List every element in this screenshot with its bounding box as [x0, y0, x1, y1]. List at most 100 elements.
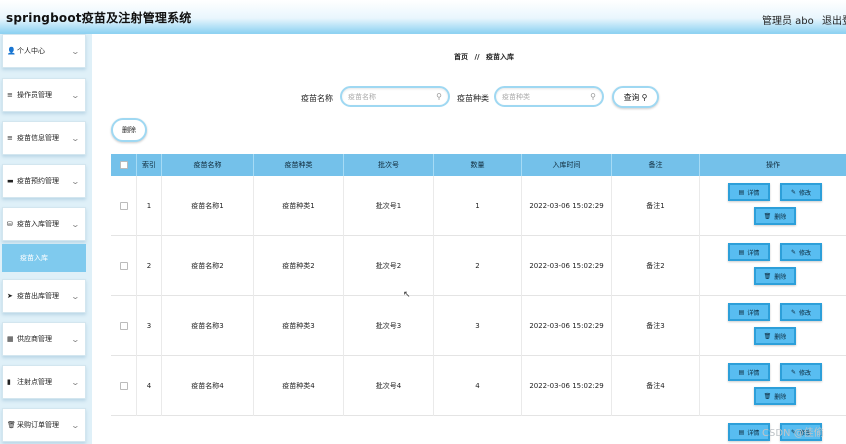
vaccine-type-input[interactable]: 疫苗种类 ⚲	[494, 86, 604, 107]
cell-vaccine-name: 疫苗名称3	[162, 296, 254, 356]
header-batch-no: 批次号	[344, 154, 434, 176]
cell-index: 4	[137, 356, 162, 416]
table-header: 索引 疫苗名称 疫苗种类 批次号 数量 入库时间 备注 操作	[111, 154, 846, 176]
chevron-down-icon: ⌄	[70, 46, 80, 56]
box-icon: ▬	[7, 177, 14, 185]
cell-actions: ▤ 详情 ✎ 修改 🗑 删除	[700, 236, 846, 296]
row-checkbox[interactable]	[119, 382, 128, 390]
delete-button[interactable]: 🗑 删除	[754, 267, 796, 285]
detail-icon: ▤	[738, 368, 745, 376]
vaccine-type-placeholder: 疫苗种类	[502, 92, 530, 101]
edit-button[interactable]: ✎ 修改	[780, 303, 822, 321]
delete-button[interactable]: 🗑 删除	[754, 327, 796, 345]
edit-icon: ✎	[790, 308, 796, 316]
row-checkbox[interactable]	[119, 322, 128, 330]
chevron-down-icon: ⌄	[70, 90, 80, 100]
table-row: 3 疫苗名称3 疫苗种类3 批次号3 3 2022-03-06 15:02:29…	[111, 296, 846, 356]
delete-button[interactable]: 🗑 删除	[754, 207, 796, 225]
sidebar-item-label: 个人中心	[17, 47, 45, 55]
sidebar-item-label: 操作员管理	[17, 91, 52, 99]
sidebar: 👤 个人中心 ⌄ ≡ 操作员管理 ⌄ ≡ 疫苗信息管理 ⌄ ▬ 疫苗预约管理 ⌄…	[0, 34, 92, 444]
edit-label: 修改	[799, 309, 812, 317]
search-icon: ⚲	[641, 92, 648, 102]
main-content: 首页 // 疫苗入库 疫苗名称 疫苗名称 ⚲ 疫苗种类 疫苗种类 ⚲ 查询 ⚲ …	[92, 34, 846, 444]
trash-icon: 🗑	[763, 212, 772, 220]
sidebar-item-operator[interactable]: ≡ 操作员管理 ⌄	[2, 78, 86, 112]
sidebar-item-label: 注射点管理	[17, 378, 52, 386]
sidebar-item-label: 疫苗预约管理	[17, 177, 59, 185]
cell-stock-in-time: 2022-03-06 15:02:29	[522, 236, 612, 296]
cell-vaccine-name: 疫苗名称2	[162, 236, 254, 296]
cell-quantity: 4	[434, 356, 522, 416]
cell-index: 3	[137, 296, 162, 356]
vaccine-name-label: 疫苗名称	[301, 94, 333, 103]
sidebar-subitem-stock-in[interactable]: 疫苗入库	[2, 244, 86, 272]
bookmark-icon: ▮	[7, 378, 11, 386]
cell-batch-no: 批次号2	[344, 236, 434, 296]
cart-icon: 🗑	[7, 421, 16, 429]
edit-label: 修改	[799, 249, 812, 257]
chevron-down-icon: ⌄	[70, 219, 80, 229]
cell-quantity: 1	[434, 176, 522, 236]
sidebar-item-vaccine-stock-in[interactable]: ⛁ 疫苗入库管理 ⌄	[2, 207, 86, 241]
detail-button[interactable]: ▤ 详情	[728, 183, 770, 201]
sidebar-item-vaccine-stock-out[interactable]: ➤ 疫苗出库管理 ⌄	[2, 279, 86, 313]
vaccine-name-input[interactable]: 疫苗名称 ⚲	[340, 86, 450, 107]
row-select-cell	[111, 356, 137, 416]
sidebar-item-label: 疫苗信息管理	[17, 134, 59, 142]
table-row: 1 疫苗名称1 疫苗种类1 批次号1 1 2022-03-06 15:02:29…	[111, 176, 846, 236]
row-checkbox[interactable]	[119, 262, 128, 270]
send-icon: ➤	[7, 292, 13, 300]
delete-label: 删除	[774, 393, 787, 401]
detail-button[interactable]: ▤ 详情	[728, 363, 770, 381]
batch-delete-button[interactable]: 删除	[111, 118, 147, 142]
sidebar-item-vaccine-booking[interactable]: ▬ 疫苗预约管理 ⌄	[2, 164, 86, 198]
chevron-down-icon: ⌄	[70, 334, 80, 344]
cell-vaccine-name: 疫苗名称1	[162, 176, 254, 236]
cell-stock-in-time: 2022-03-06 15:02:29	[522, 356, 612, 416]
detail-button[interactable]: ▤ 详情	[728, 243, 770, 261]
list-icon: ≡	[7, 134, 13, 142]
edit-icon: ✎	[790, 188, 796, 196]
chevron-down-icon: ⌄	[70, 176, 80, 186]
breadcrumb-home[interactable]: 首页	[454, 53, 468, 61]
detail-icon: ▤	[738, 308, 745, 316]
sidebar-item-injection-site[interactable]: ▮ 注射点管理 ⌄	[2, 365, 86, 399]
header-vaccine-name: 疫苗名称	[162, 154, 254, 176]
search-icon: ⚲	[590, 92, 596, 101]
table-row: 2 疫苗名称2 疫苗种类2 批次号2 2 2022-03-06 15:02:29…	[111, 236, 846, 296]
query-button[interactable]: 查询 ⚲	[612, 86, 659, 108]
select-all-cell	[111, 154, 137, 176]
cell-batch-no: 批次号1	[344, 176, 434, 236]
edit-button[interactable]: ✎ 修改	[780, 183, 822, 201]
edit-button[interactable]: ✎ 修改	[780, 363, 822, 381]
cell-quantity: 2	[434, 236, 522, 296]
header-index: 索引	[137, 154, 162, 176]
table-row: 4 疫苗名称4 疫苗种类4 批次号4 4 2022-03-06 15:02:29…	[111, 356, 846, 416]
app-title: springboot疫苗及注射管理系统	[6, 11, 192, 25]
delete-button[interactable]: 🗑 删除	[754, 387, 796, 405]
header-quantity: 数量	[434, 154, 522, 176]
mouse-cursor-icon: ↖	[403, 290, 411, 300]
logout-link[interactable]: 退出登	[822, 12, 846, 27]
sidebar-item-purchase-order[interactable]: 🗑 采购订单管理 ⌄	[2, 408, 86, 442]
sidebar-item-vaccine-info[interactable]: ≡ 疫苗信息管理 ⌄	[2, 121, 86, 155]
detail-button[interactable]: ▤ 详情	[728, 303, 770, 321]
cell-vaccine-type: 疫苗种类3	[254, 296, 344, 356]
row-checkbox[interactable]	[119, 202, 128, 210]
top-header: springboot疫苗及注射管理系统 管理员 abo 退出登	[0, 0, 846, 34]
database-icon: ⛁	[7, 220, 13, 228]
edit-button[interactable]: ✎ 修改	[780, 243, 822, 261]
cell-stock-in-time: 2022-03-06 15:02:29	[522, 176, 612, 236]
sidebar-item-label: 疫苗出库管理	[17, 292, 59, 300]
trash-icon: 🗑	[763, 272, 772, 280]
watermark: CSDN @佳偷	[762, 428, 824, 439]
cell-vaccine-type: 疫苗种类4	[254, 356, 344, 416]
select-all-checkbox[interactable]	[119, 161, 128, 169]
detail-label: 详情	[747, 309, 760, 317]
user-name: 管理员 abo	[762, 16, 814, 27]
grid-icon: ▦	[7, 335, 14, 343]
sidebar-item-personal-center[interactable]: 👤 个人中心 ⌄	[2, 34, 86, 68]
edit-icon: ✎	[790, 248, 796, 256]
sidebar-item-supplier[interactable]: ▦ 供应商管理 ⌄	[2, 322, 86, 356]
